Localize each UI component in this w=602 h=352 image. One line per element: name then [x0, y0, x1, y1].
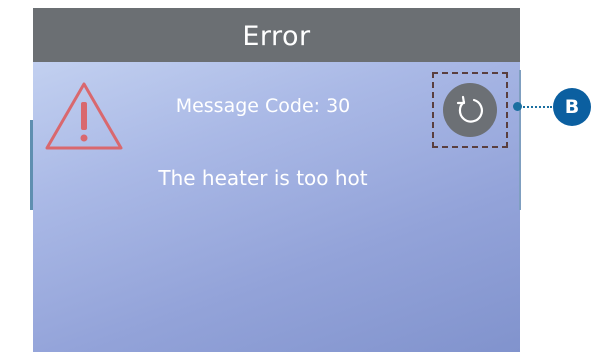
- figure-stage: Error Message Code: 30 The heater is too…: [0, 0, 602, 352]
- warning-triangle-icon: [45, 82, 123, 150]
- message-text: The heater is too hot: [158, 166, 368, 190]
- refresh-button[interactable]: [443, 83, 497, 137]
- refresh-icon: [456, 95, 483, 123]
- device-screen: Error Message Code: 30 The heater is too…: [33, 8, 520, 352]
- callout-label: B: [564, 96, 580, 118]
- callout-anchor-dot: [513, 102, 522, 111]
- error-content: Message Code: 30 The heater is too hot: [33, 62, 520, 352]
- refresh-highlight-frame: [432, 72, 508, 148]
- screen-title: Error: [242, 20, 311, 52]
- title-bar: Error: [33, 8, 520, 62]
- screen-right-edge: [519, 70, 521, 210]
- callout-badge-b: B: [553, 88, 591, 126]
- message-code: Message Code: 30: [175, 95, 351, 117]
